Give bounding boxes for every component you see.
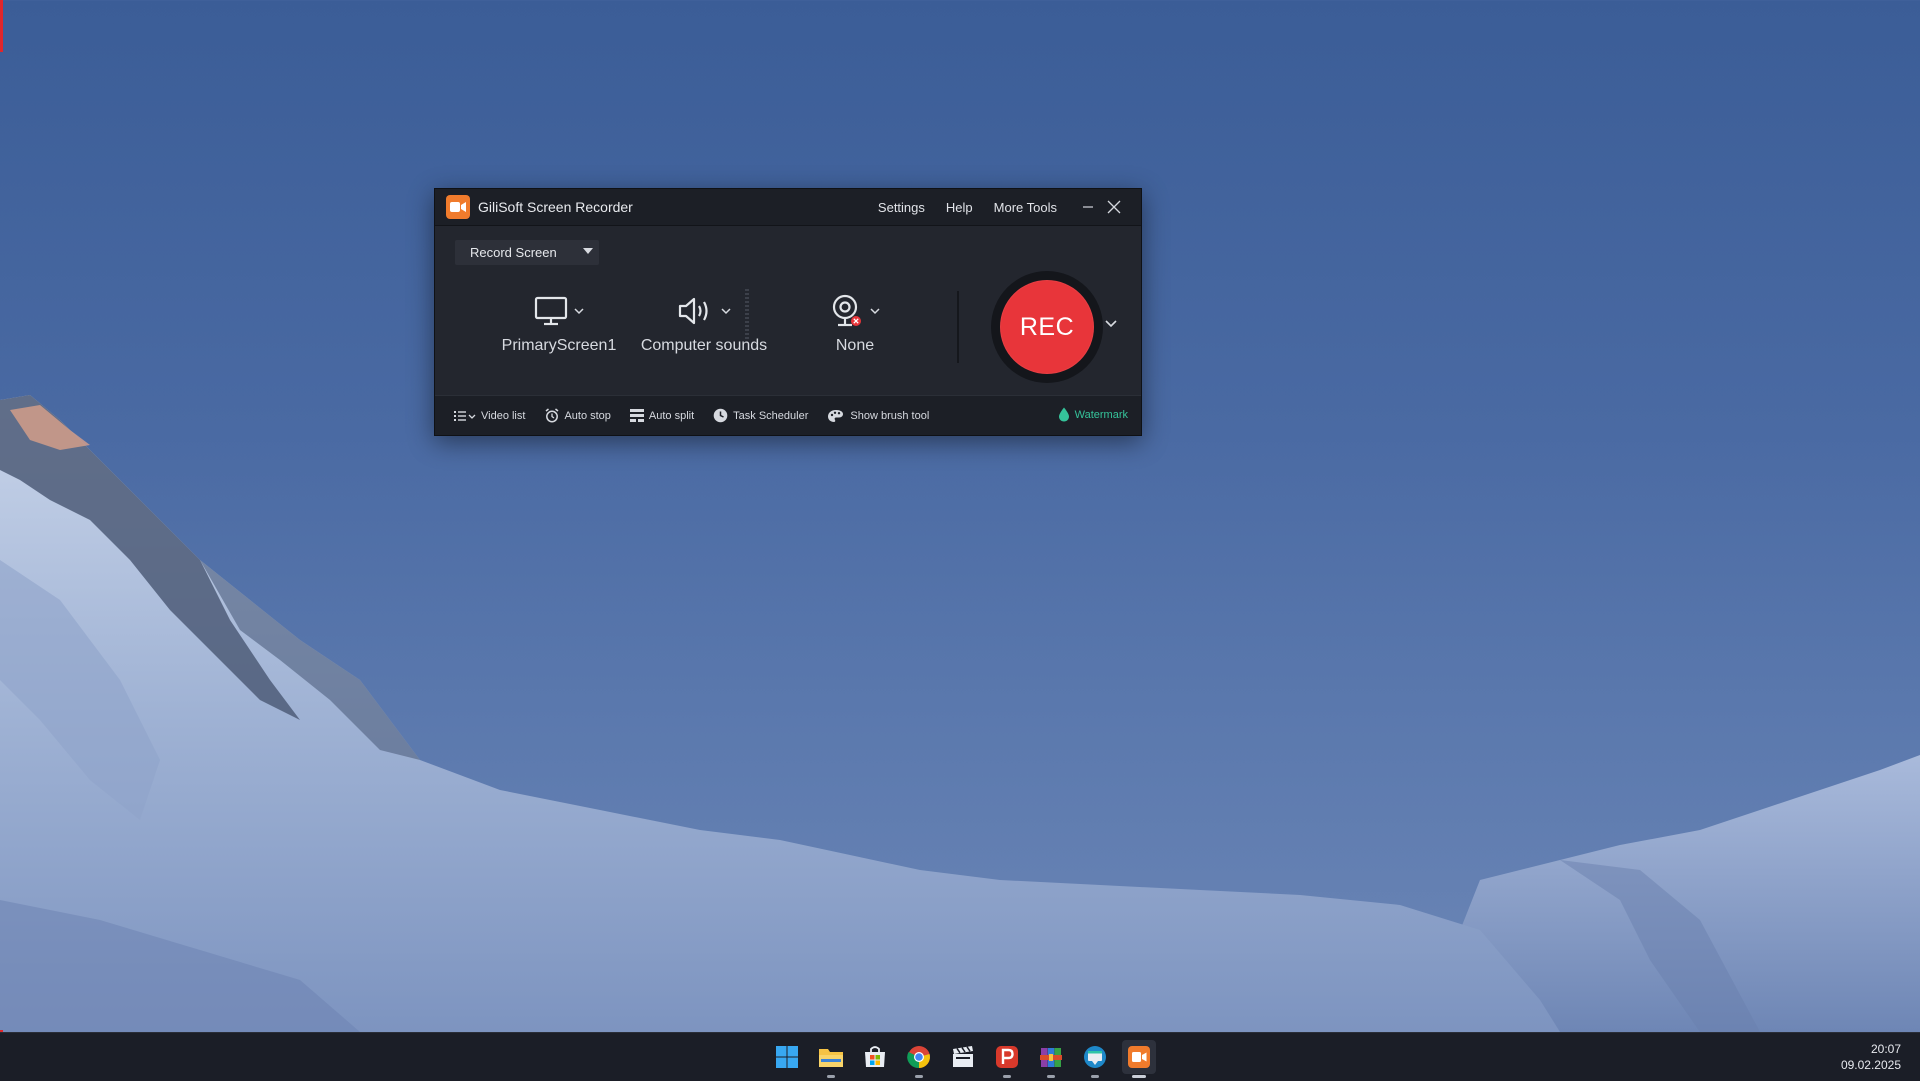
file-explorer-icon xyxy=(819,1049,843,1067)
webcam-source-selector[interactable]: None xyxy=(795,293,915,355)
video-list-button[interactable]: Video list xyxy=(454,410,525,422)
browser-app-icon xyxy=(1084,1046,1106,1068)
minimize-button[interactable] xyxy=(1077,196,1099,218)
running-indicator xyxy=(1132,1075,1146,1078)
dropdown-caret-icon xyxy=(583,248,593,254)
bottom-toolbar: Video list Auto stop Auto split Task Sch… xyxy=(435,395,1141,435)
more-tools-menu[interactable]: More Tools xyxy=(994,200,1057,215)
running-indicator xyxy=(915,1075,923,1078)
audio-source-label: Computer sounds xyxy=(640,337,768,354)
auto-split-label: Auto split xyxy=(648,409,695,422)
screen-source-selector[interactable]: PrimaryScreen1 xyxy=(489,293,629,355)
clock-icon xyxy=(713,408,728,423)
app-title: GiliSoft Screen Recorder xyxy=(478,199,633,215)
list-icon xyxy=(454,410,476,421)
clock-date: 09.02.2025 xyxy=(1840,1058,1901,1072)
show-brush-tool-label: Show brush tool xyxy=(850,409,930,422)
title-bar[interactable]: GiliSoft Screen Recorder Settings Help M… xyxy=(435,189,1141,226)
app-logo-icon xyxy=(446,195,470,219)
chevron-down-icon[interactable] xyxy=(721,307,731,315)
running-indicator xyxy=(827,1075,835,1078)
auto-stop-button[interactable]: Auto stop xyxy=(545,408,611,423)
taskbar-apps xyxy=(770,1040,1166,1078)
water-drop-icon xyxy=(1058,407,1069,422)
desktop-wallpaper xyxy=(0,0,1920,1032)
video-list-label: Video list xyxy=(481,409,526,422)
settings-menu[interactable]: Settings xyxy=(878,200,925,215)
chrome-icon xyxy=(907,1046,930,1069)
webcam-source-label: None xyxy=(835,337,875,354)
screen-recorder-app-icon xyxy=(1128,1046,1150,1068)
close-button[interactable] xyxy=(1103,196,1125,218)
speaker-icon xyxy=(678,297,708,325)
title-menu: Settings Help More Tools xyxy=(878,189,1125,225)
mountain-wallpaper xyxy=(0,395,1920,1032)
task-scheduler-button[interactable]: Task Scheduler xyxy=(713,408,808,423)
archive-app-icon xyxy=(1040,1048,1062,1067)
help-menu[interactable]: Help xyxy=(946,200,973,215)
minimize-icon xyxy=(1083,206,1093,208)
screen-recorder-window: GiliSoft Screen Recorder Settings Help M… xyxy=(434,188,1142,436)
red-edge-marker xyxy=(0,0,3,52)
p-app-button[interactable] xyxy=(990,1040,1024,1078)
monitor-icon xyxy=(534,296,568,326)
windows-start-icon xyxy=(776,1046,798,1068)
screen-recorder-app-button[interactable] xyxy=(1122,1040,1156,1078)
rec-button-label: REC xyxy=(1019,312,1075,341)
rec-button[interactable]: REC xyxy=(1000,280,1094,374)
task-scheduler-label: Task Scheduler xyxy=(733,409,809,422)
rec-options-chevron-icon[interactable] xyxy=(1105,319,1117,328)
record-mode-label: Record Screen xyxy=(470,245,557,260)
watermark-label: Watermark xyxy=(1074,408,1128,421)
p-app-icon xyxy=(996,1046,1018,1068)
auto-split-button[interactable]: Auto split xyxy=(629,409,695,422)
system-clock[interactable]: 20:07 09.02.2025 xyxy=(1841,1041,1901,1073)
chrome-button[interactable] xyxy=(902,1040,936,1078)
chevron-down-icon[interactable] xyxy=(574,307,584,315)
vertical-divider xyxy=(957,291,959,363)
audio-source-selector[interactable]: Computer sounds xyxy=(619,293,789,355)
running-indicator xyxy=(1047,1075,1055,1078)
clapperboard-app-button[interactable] xyxy=(946,1040,980,1074)
microsoft-store-button[interactable] xyxy=(858,1040,892,1074)
browser-app-button[interactable] xyxy=(1078,1040,1112,1078)
watermark-button[interactable]: Watermark xyxy=(1058,407,1128,422)
alarm-clock-icon xyxy=(545,408,559,423)
auto-stop-label: Auto stop xyxy=(564,409,611,422)
running-indicator xyxy=(1003,1075,1011,1078)
microsoft-store-icon xyxy=(865,1046,885,1067)
screen-source-label: PrimaryScreen1 xyxy=(501,337,617,354)
record-mode-dropdown[interactable]: Record Screen xyxy=(455,240,599,265)
windows-start-button[interactable] xyxy=(770,1040,804,1074)
brush-palette-icon xyxy=(828,409,844,422)
archive-app-button[interactable] xyxy=(1034,1040,1068,1078)
chevron-down-icon[interactable] xyxy=(870,307,880,315)
file-explorer-button[interactable] xyxy=(814,1040,848,1078)
close-icon xyxy=(1107,200,1121,214)
webcam-icon xyxy=(832,294,861,327)
clock-time: 20:07 xyxy=(1870,1042,1901,1056)
clapperboard-app-icon xyxy=(953,1046,973,1067)
split-icon xyxy=(629,409,644,422)
running-indicator xyxy=(1091,1075,1099,1078)
show-brush-tool-button[interactable]: Show brush tool xyxy=(828,409,929,423)
taskbar: 20:07 09.02.2025 xyxy=(0,1032,1920,1081)
